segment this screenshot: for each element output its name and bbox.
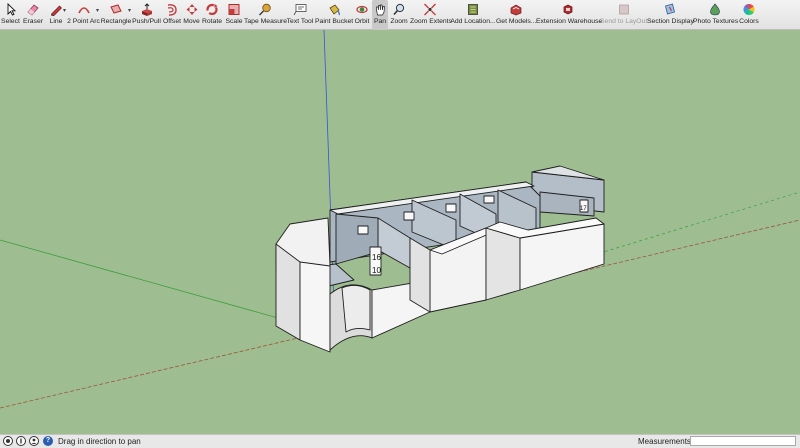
tool-label: Get Models... — [496, 18, 537, 25]
room-sign-10: 10 — [372, 266, 381, 275]
room-sign-17: 17 — [580, 206, 587, 212]
user-icon[interactable] — [29, 436, 39, 446]
tool-offset[interactable]: Offset — [161, 0, 183, 30]
tool-scale[interactable]: Scale — [224, 0, 244, 30]
pencil-icon — [51, 5, 62, 16]
tool-get-models[interactable]: Get Models... — [496, 0, 536, 30]
tool-label: Push/Pull — [132, 18, 161, 25]
tool-colors[interactable]: Colors — [737, 0, 761, 30]
tool-label: Eraser — [22, 18, 44, 25]
scale-icon — [228, 4, 240, 15]
tool-label: Tape Measure — [244, 18, 288, 25]
rectangle-icon — [110, 4, 122, 14]
credits-icon[interactable] — [16, 436, 26, 446]
3d-viewport[interactable]: 16 10 17 — [0, 30, 800, 434]
tool-label: Scale — [225, 18, 243, 25]
chevron-down-icon[interactable]: ▾ — [96, 7, 99, 14]
tool-label: 2 Point Arc — [67, 18, 100, 25]
tool-2-point-arc[interactable]: ▾ 2 Point Arc — [67, 0, 100, 30]
arrow-cursor-icon — [7, 3, 16, 16]
tool-send-to-layout[interactable]: Send to LayOut — [600, 0, 647, 30]
arc-icon — [77, 7, 90, 14]
tool-paint-bucket[interactable]: Paint Bucket — [315, 0, 354, 30]
section-plane-icon — [665, 3, 675, 15]
tool-label: Send to LayOut — [600, 18, 648, 25]
status-message: Drag in direction to pan — [58, 437, 141, 446]
measurements-input[interactable] — [690, 436, 796, 446]
tool-move[interactable]: Move — [183, 0, 200, 30]
model-scene: 16 10 17 — [0, 30, 800, 409]
tool-label: Colors — [739, 18, 759, 25]
tool-label: Zoom Extents — [410, 18, 452, 25]
chevron-down-icon[interactable]: ▾ — [128, 7, 131, 14]
tool-label: Zoom — [390, 18, 408, 25]
magnifier-icon — [393, 3, 405, 16]
building-model — [275, 165, 605, 353]
hand-pan-icon — [376, 4, 385, 16]
tool-zoom-extents[interactable]: Zoom Extents — [410, 0, 452, 30]
chevron-down-icon[interactable]: ▾ — [63, 7, 66, 14]
tool-tape-measure[interactable]: Tape Measure — [244, 0, 288, 30]
photo-textures-icon — [710, 3, 720, 16]
tool-label: Add Location... — [450, 18, 496, 25]
tool-rectangle[interactable]: ▾ Rectangle — [100, 0, 132, 30]
tool-label: Text Tool — [286, 18, 314, 25]
tool-rotate[interactable]: Rotate — [200, 0, 224, 30]
tool-zoom[interactable]: Zoom — [388, 0, 410, 30]
tool-label: Section Display — [647, 18, 694, 25]
tool-label: Extension Warehouse — [536, 18, 603, 25]
tool-label: Photo Textures — [693, 18, 739, 25]
tool-select[interactable]: Select — [0, 0, 21, 30]
3d-warehouse-icon — [510, 4, 522, 16]
room-sign-16: 16 — [372, 253, 381, 262]
tool-add-location[interactable]: Add Location... — [450, 0, 496, 30]
tool-text[interactable]: Text Tool — [285, 0, 315, 30]
tool-eraser[interactable]: Eraser — [21, 0, 45, 30]
geo-location-icon[interactable] — [3, 436, 13, 446]
tool-label: Pan — [373, 18, 387, 25]
offset-icon — [167, 4, 177, 16]
paint-bucket-icon — [328, 4, 340, 16]
tool-label: Line — [49, 18, 63, 25]
tape-measure-icon — [258, 3, 271, 16]
rotate-icon — [206, 3, 218, 16]
add-location-icon — [468, 4, 478, 15]
tool-pan[interactable]: Pan — [372, 0, 388, 30]
tool-label: Rotate — [201, 18, 223, 25]
push-pull-icon — [141, 3, 152, 16]
tool-label: Rectangle — [100, 18, 132, 25]
tool-extension-warehouse[interactable]: Extension Warehouse — [536, 0, 603, 30]
zoom-extents-icon — [424, 3, 436, 16]
extension-warehouse-icon — [563, 4, 573, 15]
tool-label: Paint Bucket — [315, 18, 354, 25]
color-wheel-icon — [743, 3, 755, 16]
tool-label: Select — [1, 18, 20, 25]
tool-section-display[interactable]: Section Display — [647, 0, 694, 30]
tool-orbit[interactable]: Orbit — [352, 0, 372, 30]
orbit-icon — [356, 5, 368, 14]
main-toolbar: Select Eraser ▾ Line ▾ 2 Point Arc ▾ Rec… — [0, 0, 800, 30]
tool-push-pull[interactable]: Push/Pull — [132, 0, 161, 30]
help-icon[interactable]: ? — [43, 436, 53, 446]
tool-label: Offset — [162, 18, 181, 25]
tool-line[interactable]: ▾ Line — [45, 0, 67, 30]
status-bar: ? Drag in direction to pan Measurements — [0, 434, 800, 448]
tool-photo-textures[interactable]: Photo Textures — [693, 0, 739, 30]
eraser-icon — [27, 4, 39, 16]
tool-label: Orbit — [354, 18, 370, 25]
text-label-icon — [293, 4, 307, 16]
move-arrows-icon — [186, 4, 197, 15]
measurements-label: Measurements — [638, 437, 691, 446]
tool-label: Move — [183, 18, 200, 25]
layout-icon — [618, 4, 629, 15]
